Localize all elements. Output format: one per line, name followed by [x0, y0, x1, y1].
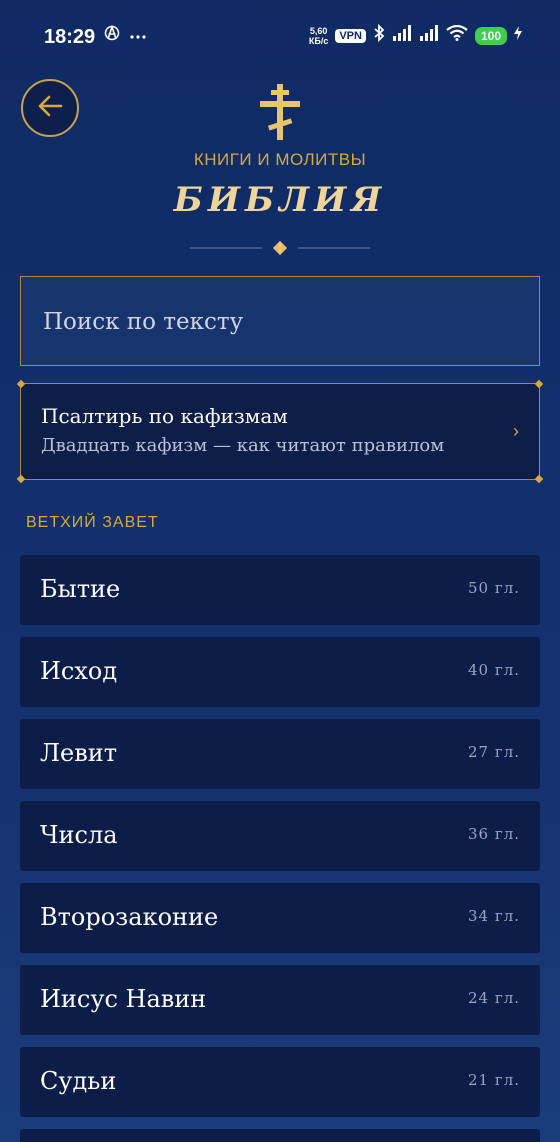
book-name: Числа — [40, 821, 118, 849]
screen: 18:29 5,60 КБ/с VPN 100 КНИГИ И МОЛИТВЫ … — [0, 0, 560, 1142]
book-name: Судьи — [40, 1067, 117, 1095]
battery-level: 100 — [474, 26, 507, 45]
book-row[interactable]: Иисус Навин 24 гл. — [20, 965, 540, 1035]
book-chapter-count: 27 гл. — [467, 743, 520, 761]
corner-ornament — [16, 474, 26, 484]
book-row[interactable]: Второзаконие 34 гл. — [20, 883, 540, 953]
charging-icon — [514, 26, 522, 45]
book-chapter-count: 24 гл. — [467, 989, 520, 1007]
arrow-left-icon — [37, 95, 63, 122]
book-row[interactable]: Левит 27 гл. — [20, 719, 540, 789]
more-dots-icon — [130, 27, 146, 45]
anarchy-icon — [104, 24, 120, 46]
signal-icon-2 — [419, 25, 439, 46]
page-subtitle: КНИГИ И МОЛИТВЫ — [193, 150, 367, 169]
search-box — [20, 276, 540, 367]
network-speed: 5,60 КБ/с — [309, 26, 328, 46]
status-bar: 18:29 5,60 КБ/с VPN 100 — [0, 0, 560, 76]
status-notification-icons — [104, 24, 146, 46]
chevron-right-icon: › — [513, 421, 519, 441]
network-speed-value: 5,60 — [309, 25, 328, 36]
ornament-divider — [0, 238, 560, 258]
orthodox-cross-icon — [258, 84, 302, 145]
book-chapter-count: 36 гл. — [467, 825, 520, 843]
book-chapter-count: 50 гл. — [467, 579, 520, 597]
status-system-icons: 5,60 КБ/с VPN 100 — [309, 23, 522, 47]
search-input[interactable] — [41, 277, 515, 367]
book-chapter-count: 40 гл. — [467, 661, 520, 679]
network-speed-unit: КБ/с — [308, 35, 329, 46]
book-name: Бытие — [40, 575, 121, 603]
book-name: Иисус Навин — [40, 985, 207, 1013]
book-name: Левит — [40, 739, 118, 767]
section-label-old-testament: ВЕТХИЙ ЗАВЕТ — [26, 514, 159, 531]
book-row[interactable]: Судьи 21 гл. — [20, 1047, 540, 1117]
signal-icon-1 — [392, 25, 412, 46]
corner-ornament — [534, 379, 544, 389]
psalter-subtitle: Двадцать кафизм — как читают правилом — [41, 435, 445, 456]
book-name: Второзаконие — [40, 903, 219, 931]
psalter-card[interactable]: Псалтирь по кафизмам Двадцать кафизм — к… — [16, 379, 544, 484]
book-row[interactable]: Бытие 50 гл. — [20, 555, 540, 625]
book-name: Исход — [40, 657, 118, 685]
bluetooth-icon — [373, 23, 385, 47]
vpn-badge: VPN — [335, 28, 366, 43]
book-chapter-count: 34 гл. — [467, 907, 520, 925]
page-title: БИБЛИЯ — [173, 180, 387, 220]
book-row[interactable]: Исход 40 гл. — [20, 637, 540, 707]
corner-ornament — [16, 379, 26, 389]
back-button[interactable] — [21, 79, 79, 137]
book-chapter-count: 21 гл. — [467, 1071, 520, 1089]
corner-ornament — [534, 474, 544, 484]
book-row[interactable]: Числа 36 гл. — [20, 801, 540, 871]
book-row[interactable] — [20, 1129, 540, 1142]
psalter-title: Псалтирь по кафизмам — [41, 404, 288, 428]
wifi-icon — [446, 24, 468, 46]
status-time: 18:29 — [44, 26, 96, 48]
